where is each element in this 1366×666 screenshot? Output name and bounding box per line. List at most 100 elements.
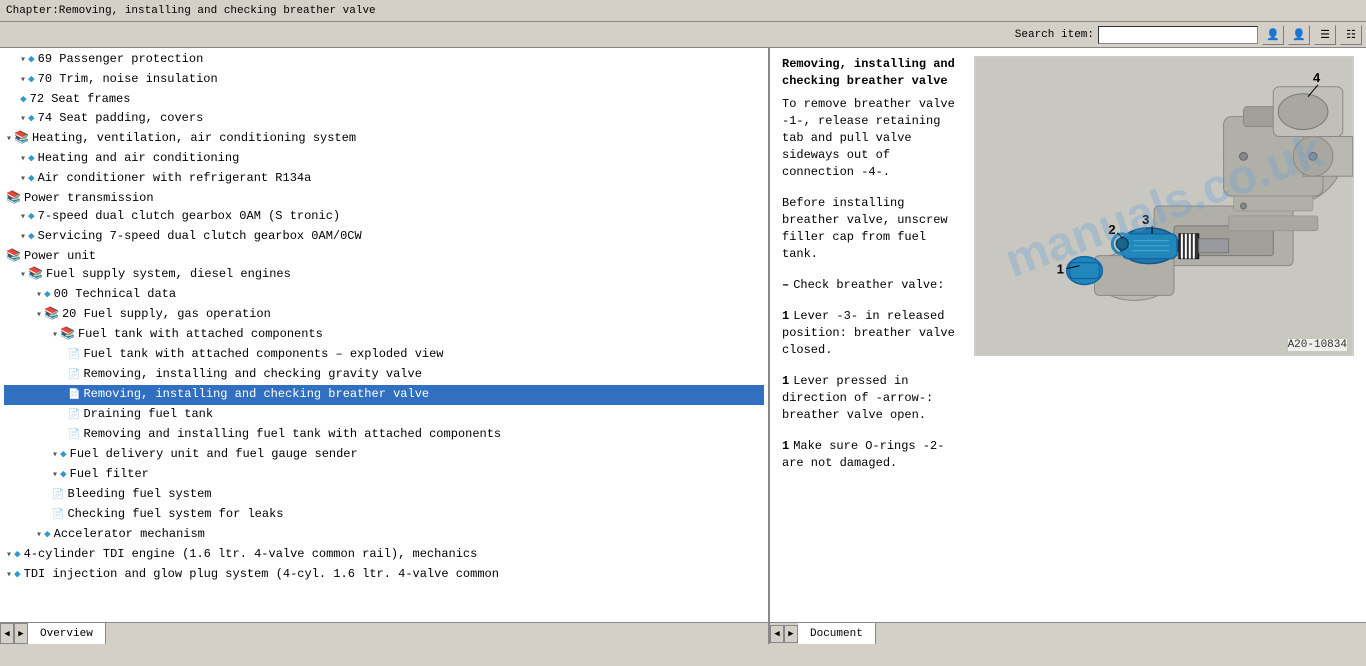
tree-item[interactable]: ▾◆7-speed dual clutch gearbox 0AM (S tro… xyxy=(4,207,764,227)
right-panel: Removing, installing and checking breath… xyxy=(770,48,1366,644)
expand-icon: ▾ xyxy=(6,570,12,581)
diamond-icon: ◆ xyxy=(28,153,35,165)
menu-btn1[interactable]: ☰ xyxy=(1314,25,1336,45)
tree-item[interactable]: ▾◆Fuel filter xyxy=(4,465,764,485)
tree-item-label: TDI injection and glow plug system (4-cy… xyxy=(24,567,499,581)
svg-text:4: 4 xyxy=(1313,70,1321,85)
doc-image: 1 2 3 4 manuals.co.uk A20- xyxy=(974,56,1354,356)
tab-document[interactable]: Document xyxy=(798,623,876,645)
tree-item[interactable]: ▾📚20 Fuel supply, gas operation xyxy=(4,305,764,325)
scroll-right-btn[interactable]: ▶ xyxy=(14,623,28,644)
diamond-icon: ◆ xyxy=(60,469,67,481)
main-layout: ▾◆69 Passenger protection▾◆70 Trim, nois… xyxy=(0,48,1366,644)
tree-item[interactable]: ▾◆TDI injection and glow plug system (4-… xyxy=(4,565,764,585)
diamond-icon: ◆ xyxy=(28,74,35,86)
tree-item[interactable]: 📄Removing, installing and checking breat… xyxy=(4,385,764,405)
scroll-left-btn[interactable]: ◀ xyxy=(0,623,14,644)
tree-item[interactable]: 📄Draining fuel tank xyxy=(4,405,764,425)
tree-item[interactable]: 📄Removing, installing and checking gravi… xyxy=(4,365,764,385)
tree-container[interactable]: ▾◆69 Passenger protection▾◆70 Trim, nois… xyxy=(0,48,768,622)
tree-item[interactable]: ▾📚Heating, ventilation, air conditioning… xyxy=(4,129,764,149)
search-label: Search item: xyxy=(1015,29,1094,41)
tree-item-label: Removing, installing and checking breath… xyxy=(83,387,429,401)
diamond-icon: ◆ xyxy=(28,173,35,185)
tree-item-label: Draining fuel tank xyxy=(83,407,213,421)
tree-item[interactable]: ▾📚Fuel supply system, diesel engines xyxy=(4,265,764,285)
search-input[interactable] xyxy=(1098,26,1258,44)
doc-text: Removing, installing and checking breath… xyxy=(782,56,962,614)
tree-item[interactable]: ◆72 Seat frames xyxy=(4,90,764,109)
right-tabs: ◀ ▶ Document xyxy=(770,622,1366,644)
expand-icon: ▾ xyxy=(20,270,26,281)
tree-item[interactable]: ▾📚Fuel tank with attached components xyxy=(4,325,764,345)
doc-scroll-right[interactable]: ▶ xyxy=(784,625,798,643)
tree-item[interactable]: ▾◆4-cylinder TDI engine (1.6 ltr. 4-valv… xyxy=(4,545,764,565)
book-icon: 📚 xyxy=(44,307,59,321)
tree-item[interactable]: 📚Power unit xyxy=(4,247,764,265)
expand-icon: ▾ xyxy=(36,290,42,301)
title-bar: Chapter:Removing, installing and checkin… xyxy=(0,0,1366,22)
tree-item[interactable]: ▾◆74 Seat padding, covers xyxy=(4,109,764,129)
doc-icon: 📄 xyxy=(52,510,64,521)
left-tabs: ◀ ▶ Overview xyxy=(0,622,768,644)
tree-item[interactable]: 📄Fuel tank with attached components – ex… xyxy=(4,345,764,365)
doc-icon: 📄 xyxy=(68,350,80,361)
tree-item-label: 74 Seat padding, covers xyxy=(38,111,204,125)
diamond-icon: ◆ xyxy=(44,529,51,541)
user-icon-btn2[interactable]: 👤 xyxy=(1288,25,1310,45)
tree-item-label: Fuel supply system, diesel engines xyxy=(46,267,291,281)
book-icon: 📚 xyxy=(6,191,21,205)
menu-btn2[interactable]: ☷ xyxy=(1340,25,1362,45)
tree-item-label: Heating and air conditioning xyxy=(38,151,240,165)
user-icon-btn1[interactable]: 👤 xyxy=(1262,25,1284,45)
tree-item[interactable]: ▾◆69 Passenger protection xyxy=(4,50,764,70)
tree-item[interactable]: ▾◆Servicing 7-speed dual clutch gearbox … xyxy=(4,227,764,247)
tree-item[interactable]: 📄Checking fuel system for leaks xyxy=(4,505,764,525)
tree-item[interactable]: ▾◆70 Trim, noise insulation xyxy=(4,70,764,90)
doc-content: Removing, installing and checking breath… xyxy=(770,48,1366,622)
tab-overview[interactable]: Overview xyxy=(28,623,106,644)
doc-icon: 📄 xyxy=(68,390,80,401)
part-illustration: 1 2 3 4 xyxy=(975,57,1353,355)
tree-item-label: Fuel delivery unit and fuel gauge sender xyxy=(70,447,358,461)
tree-item-label: 72 Seat frames xyxy=(30,92,131,106)
tree-item[interactable]: ▾◆Heating and air conditioning xyxy=(4,149,764,169)
expand-icon: ▾ xyxy=(20,55,26,66)
tree-item-label: 7-speed dual clutch gearbox 0AM (S troni… xyxy=(38,209,340,223)
tree-item[interactable]: ▾◆Fuel delivery unit and fuel gauge send… xyxy=(4,445,764,465)
tree-item-label: Power transmission xyxy=(24,191,154,205)
expand-icon: ▾ xyxy=(52,470,58,481)
tree-item[interactable]: 📄Bleeding fuel system xyxy=(4,485,764,505)
tree-item[interactable]: 📚Power transmission xyxy=(4,189,764,207)
expand-icon: ▾ xyxy=(6,134,12,145)
diamond-icon: ◆ xyxy=(20,94,27,106)
diamond-icon: ◆ xyxy=(28,231,35,243)
doc-scroll-left[interactable]: ◀ xyxy=(770,625,784,643)
expand-icon: ▾ xyxy=(36,310,42,321)
tree-item-label: Fuel tank with attached components xyxy=(78,327,323,341)
doc-para-6: 1 Make sure O-rings -2- are not damaged. xyxy=(782,438,962,480)
expand-icon: ▾ xyxy=(36,530,42,541)
tree-item[interactable]: ▾◆Accelerator mechanism xyxy=(4,525,764,545)
book-icon: 📚 xyxy=(60,327,75,341)
tree-item-label: 4-cylinder TDI engine (1.6 ltr. 4-valve … xyxy=(24,547,478,561)
tree-item-label: 00 Technical data xyxy=(54,287,176,301)
tree-item-label: 69 Passenger protection xyxy=(38,52,204,66)
doc-icon: 📄 xyxy=(68,430,80,441)
tree-item[interactable]: ▾◆Air conditioner with refrigerant R134a xyxy=(4,169,764,189)
book-icon: 📚 xyxy=(14,131,29,145)
doc-para-4: 1 Lever -3- in released position: breath… xyxy=(782,308,962,367)
tree-item[interactable]: ▾◆00 Technical data xyxy=(4,285,764,305)
tree-item-label: 70 Trim, noise insulation xyxy=(38,72,218,86)
doc-para-1: To remove breather valve -1-, release re… xyxy=(782,96,962,189)
expand-icon: ▾ xyxy=(20,154,26,165)
svg-text:1: 1 xyxy=(1057,262,1064,277)
doc-para-3: – Check breather valve: xyxy=(782,277,962,302)
tree-item[interactable]: 📄Removing and installing fuel tank with … xyxy=(4,425,764,445)
diamond-icon: ◆ xyxy=(44,289,51,301)
tree-item-label: Heating, ventilation, air conditioning s… xyxy=(32,131,356,145)
doc-para-5: 1 Lever pressed in direction of -arrow-:… xyxy=(782,373,962,432)
expand-icon: ▾ xyxy=(20,232,26,243)
expand-icon: ▾ xyxy=(20,212,26,223)
diamond-icon: ◆ xyxy=(14,569,21,581)
